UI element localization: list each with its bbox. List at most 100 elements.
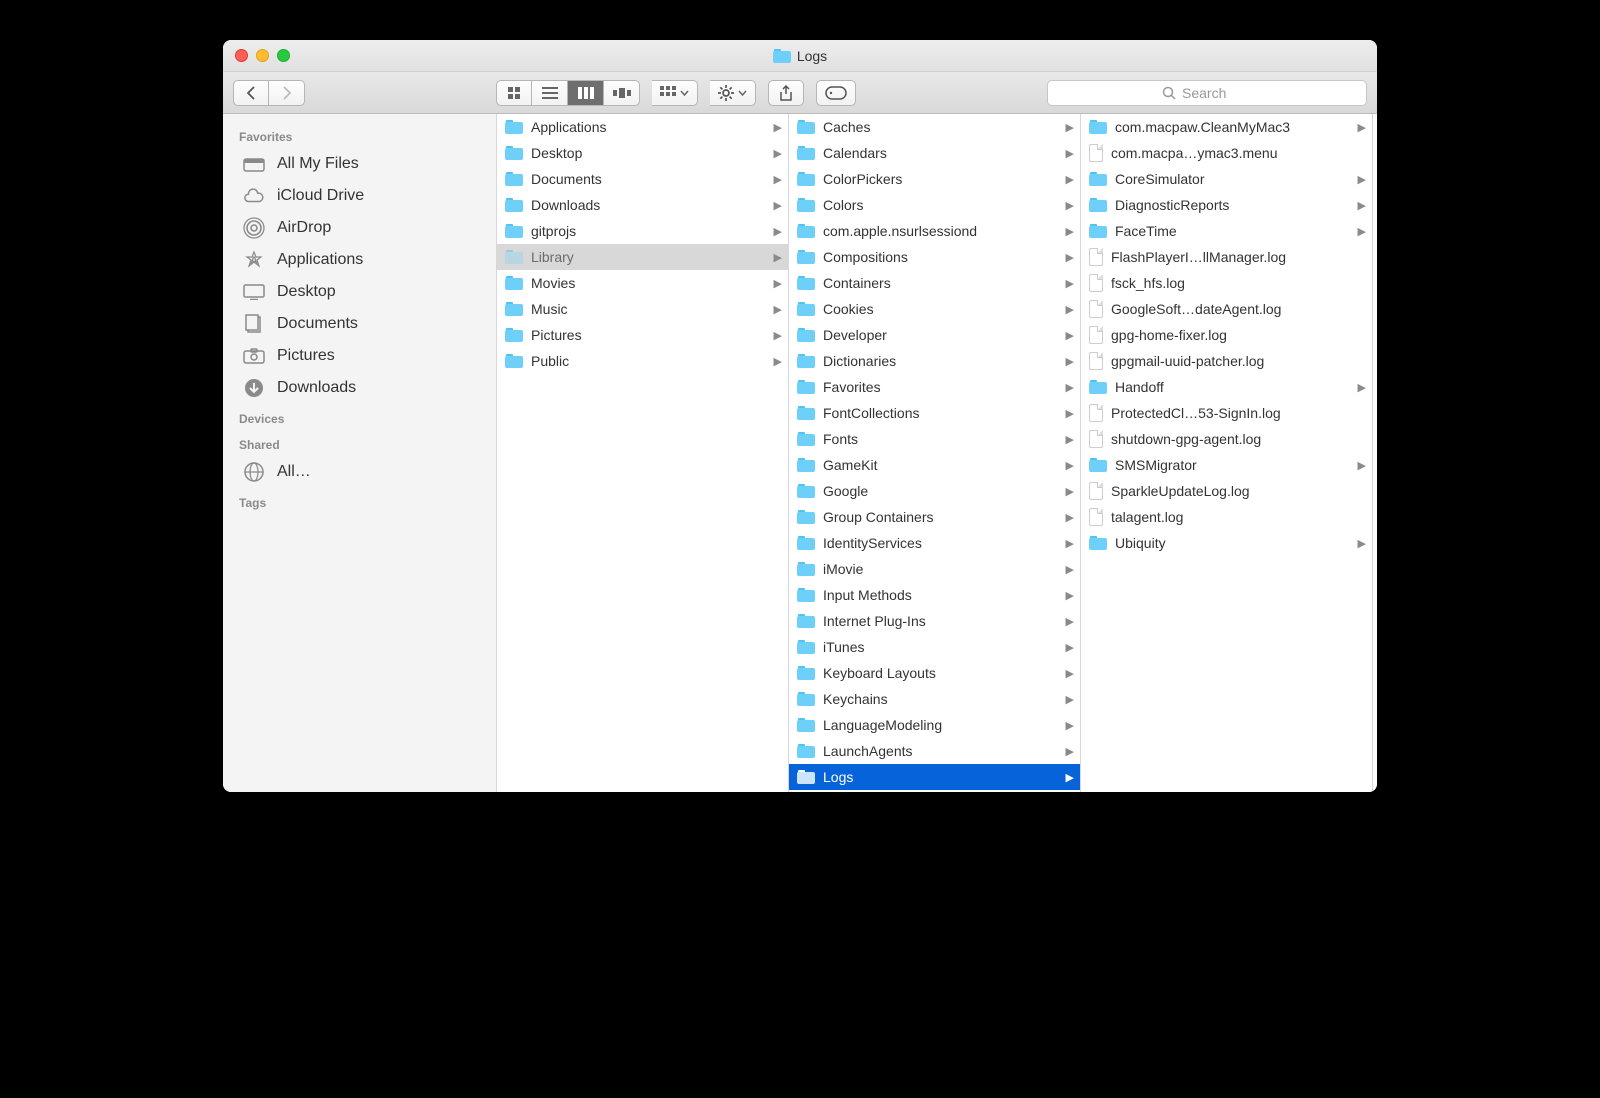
item-label: Favorites <box>823 379 1058 395</box>
tags-button[interactable] <box>816 80 856 106</box>
folder-row[interactable]: Favorites▶ <box>789 374 1080 400</box>
folder-icon <box>797 770 815 784</box>
sidebar-item-documents[interactable]: Documents <box>223 308 496 340</box>
folder-row[interactable]: Group Containers▶ <box>789 504 1080 530</box>
file-row[interactable]: talagent.log <box>1081 504 1372 530</box>
folder-row[interactable]: Music▶ <box>497 296 788 322</box>
folder-row[interactable]: com.macpaw.CleanMyMac3▶ <box>1081 114 1372 140</box>
folder-row[interactable]: CoreSimulator▶ <box>1081 166 1372 192</box>
item-label: Handoff <box>1115 379 1350 395</box>
sidebar-item-applications[interactable]: AApplications <box>223 244 496 276</box>
item-label: DiagnosticReports <box>1115 197 1350 213</box>
search-field[interactable] <box>1047 80 1367 106</box>
column[interactable]: Caches▶Calendars▶ColorPickers▶Colors▶com… <box>789 114 1081 792</box>
item-label: GameKit <box>823 457 1058 473</box>
folder-row[interactable]: FontCollections▶ <box>789 400 1080 426</box>
file-row[interactable]: GoogleSoft…dateAgent.log <box>1081 296 1372 322</box>
folder-row[interactable]: LanguageModeling▶ <box>789 712 1080 738</box>
folder-row[interactable]: Handoff▶ <box>1081 374 1372 400</box>
folder-row[interactable]: Logs▶ <box>789 764 1080 790</box>
chevron-right-icon: ▶ <box>1066 355 1074 368</box>
file-row[interactable]: SparkleUpdateLog.log <box>1081 478 1372 504</box>
search-input[interactable] <box>1182 85 1252 101</box>
item-label: Downloads <box>531 197 766 213</box>
file-row[interactable]: fsck_hfs.log <box>1081 270 1372 296</box>
folder-row[interactable]: Library▶ <box>497 244 788 270</box>
file-row[interactable]: shutdown-gpg-agent.log <box>1081 426 1372 452</box>
folder-row[interactable]: DiagnosticReports▶ <box>1081 192 1372 218</box>
column-browser[interactable]: Applications▶Desktop▶Documents▶Downloads… <box>497 114 1377 792</box>
sidebar-item-all-[interactable]: All… <box>223 456 496 488</box>
folder-row[interactable]: Input Methods▶ <box>789 582 1080 608</box>
folder-row[interactable]: Colors▶ <box>789 192 1080 218</box>
file-row[interactable]: FlashPlayerI…llManager.log <box>1081 244 1372 270</box>
action-button[interactable] <box>710 80 756 106</box>
file-row[interactable]: gpg-home-fixer.log <box>1081 322 1372 348</box>
folder-row[interactable]: GameKit▶ <box>789 452 1080 478</box>
folder-row[interactable]: iTunes▶ <box>789 634 1080 660</box>
folder-icon <box>505 354 523 368</box>
sidebar[interactable]: FavoritesAll My FilesiCloud DriveAirDrop… <box>223 114 497 792</box>
folder-row[interactable]: LaunchAgents▶ <box>789 738 1080 764</box>
file-row[interactable]: com.macpa…ymac3.menu <box>1081 140 1372 166</box>
folder-row[interactable]: Documents▶ <box>497 166 788 192</box>
folder-row[interactable]: IdentityServices▶ <box>789 530 1080 556</box>
file-row[interactable]: gpgmail-uuid-patcher.log <box>1081 348 1372 374</box>
sidebar-item-downloads[interactable]: Downloads <box>223 372 496 404</box>
folder-row[interactable]: Public▶ <box>497 348 788 374</box>
folder-row[interactable]: Keychains▶ <box>789 686 1080 712</box>
folder-row[interactable]: FaceTime▶ <box>1081 218 1372 244</box>
folder-row[interactable]: Downloads▶ <box>497 192 788 218</box>
folder-row[interactable]: Fonts▶ <box>789 426 1080 452</box>
list-view-button[interactable] <box>532 80 568 106</box>
folder-row[interactable]: SMSMigrator▶ <box>1081 452 1372 478</box>
window-title: Logs <box>773 48 827 64</box>
search-icon <box>1162 86 1176 100</box>
folder-row[interactable]: Desktop▶ <box>497 140 788 166</box>
arrange-button[interactable] <box>652 80 698 106</box>
close-button[interactable] <box>235 49 248 62</box>
chevron-right-icon: ▶ <box>1066 277 1074 290</box>
forward-button[interactable] <box>269 80 305 106</box>
folder-row[interactable]: gitprojs▶ <box>497 218 788 244</box>
folder-row[interactable]: Pictures▶ <box>497 322 788 348</box>
column-view-button[interactable] <box>568 80 604 106</box>
sidebar-item-airdrop[interactable]: AirDrop <box>223 212 496 244</box>
all-my-files-icon <box>243 153 265 175</box>
file-row[interactable]: ProtectedCl…53-SignIn.log <box>1081 400 1372 426</box>
coverflow-view-button[interactable] <box>604 80 640 106</box>
folder-row[interactable]: iMovie▶ <box>789 556 1080 582</box>
item-label: Documents <box>531 171 766 187</box>
folder-row[interactable]: Internet Plug-Ins▶ <box>789 608 1080 634</box>
sidebar-item-desktop[interactable]: Desktop <box>223 276 496 308</box>
folder-row[interactable]: Cookies▶ <box>789 296 1080 322</box>
folder-row[interactable]: Movies▶ <box>497 270 788 296</box>
chevron-left-icon <box>247 86 256 100</box>
item-label: Caches <box>823 119 1058 135</box>
zoom-button[interactable] <box>277 49 290 62</box>
folder-row[interactable]: Containers▶ <box>789 270 1080 296</box>
item-label: iMovie <box>823 561 1058 577</box>
column[interactable]: Applications▶Desktop▶Documents▶Downloads… <box>497 114 789 792</box>
share-button[interactable] <box>768 80 804 106</box>
folder-row[interactable]: Dictionaries▶ <box>789 348 1080 374</box>
folder-icon <box>505 224 523 238</box>
folder-row[interactable]: Developer▶ <box>789 322 1080 348</box>
folder-row[interactable]: Calendars▶ <box>789 140 1080 166</box>
folder-row[interactable]: Compositions▶ <box>789 244 1080 270</box>
column[interactable]: com.macpaw.CleanMyMac3▶com.macpa…ymac3.m… <box>1081 114 1373 792</box>
icon-view-button[interactable] <box>496 80 532 106</box>
folder-row[interactable]: ColorPickers▶ <box>789 166 1080 192</box>
folder-row[interactable]: Google▶ <box>789 478 1080 504</box>
folder-row[interactable]: com.apple.nsurlsessiond▶ <box>789 218 1080 244</box>
sidebar-item-all-my-files[interactable]: All My Files <box>223 148 496 180</box>
back-button[interactable] <box>233 80 269 106</box>
folder-row[interactable]: Applications▶ <box>497 114 788 140</box>
sidebar-item-pictures[interactable]: Pictures <box>223 340 496 372</box>
minimize-button[interactable] <box>256 49 269 62</box>
folder-row[interactable]: Ubiquity▶ <box>1081 530 1372 556</box>
chevron-right-icon: ▶ <box>1066 173 1074 186</box>
folder-row[interactable]: Keyboard Layouts▶ <box>789 660 1080 686</box>
folder-row[interactable]: Caches▶ <box>789 114 1080 140</box>
sidebar-item-icloud-drive[interactable]: iCloud Drive <box>223 180 496 212</box>
